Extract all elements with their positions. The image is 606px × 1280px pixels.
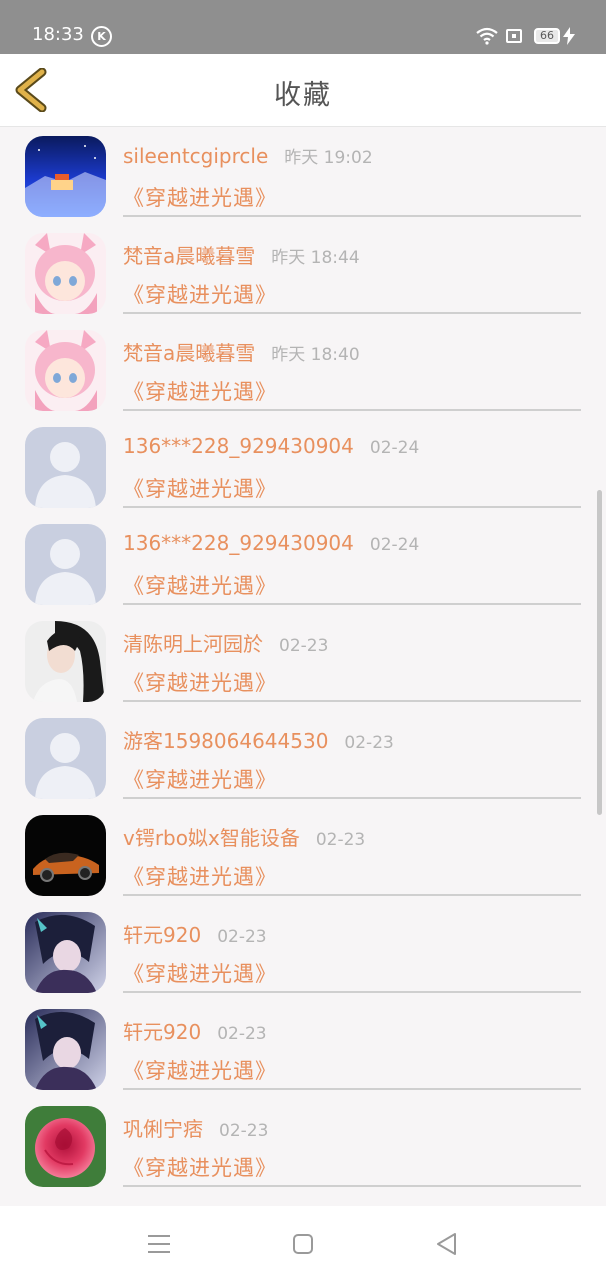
list-item[interactable]: 清陈明上河园於 02-23 《穿越进光遇》 — [0, 612, 606, 709]
list-item[interactable]: 梵音a晨曦暮雪 昨天 18:44 《穿越进光遇》 — [0, 224, 606, 321]
avatar[interactable] — [25, 912, 106, 993]
username[interactable]: 游客1598064644530 — [123, 729, 328, 753]
avatar[interactable] — [25, 1106, 106, 1187]
work-title-link[interactable]: 《穿越进光遇》 — [123, 861, 277, 891]
avatar[interactable] — [25, 136, 106, 217]
username[interactable]: 136***228_929430904 — [123, 434, 354, 458]
username[interactable]: 轩元920 — [123, 923, 201, 947]
home-icon[interactable] — [289, 1230, 317, 1258]
divider — [123, 409, 581, 411]
username[interactable]: v锷rbo姒x智能设备 — [123, 826, 300, 850]
timestamp: 02-23 — [217, 927, 267, 947]
favorites-list[interactable]: sileentcgiprcle 昨天 19:02 《穿越进光遇》 梵音a晨曦暮雪昨… — [0, 127, 606, 1206]
list-item[interactable]: sileentcgiprcle 昨天 19:02 《穿越进光遇》 — [0, 127, 606, 224]
menu-icon[interactable] — [145, 1230, 173, 1258]
list-item[interactable]: 梵音a晨曦暮雪 昨天 18:40 《穿越进光遇》 — [0, 321, 606, 418]
list-item[interactable]: 轩元920 02-23 《穿越进光遇》 — [0, 903, 606, 1000]
username[interactable]: 轩元920 — [123, 1020, 201, 1044]
list-item[interactable]: 巩俐宁痞 02-23 《穿越进光遇》 — [0, 1097, 606, 1194]
work-title-link[interactable]: 《穿越进光遇》 — [123, 667, 277, 697]
work-title-link[interactable]: 《穿越进光遇》 — [123, 279, 277, 309]
work-title-link[interactable]: 《穿越进光遇》 — [123, 473, 277, 503]
timestamp: 02-23 — [315, 830, 366, 850]
timestamp: 02-23 — [344, 733, 394, 753]
timestamp: 02-24 — [369, 535, 420, 555]
work-title-link[interactable]: 《穿越进光遇》 — [123, 958, 277, 988]
username[interactable]: sileentcgiprcle — [123, 144, 268, 168]
work-title-link[interactable]: 《穿越进光遇》 — [123, 182, 277, 212]
list-item[interactable]: 轩元920 02-23 《穿越进光遇》 — [0, 1000, 606, 1097]
divider — [123, 700, 581, 702]
divider — [123, 215, 581, 217]
timestamp: 昨天 19:02 — [284, 148, 373, 168]
divider — [123, 894, 581, 896]
timestamp: 02-23 — [219, 1121, 269, 1141]
avatar[interactable] — [25, 718, 106, 799]
list-item[interactable]: 游客1598064644530 02-23 《穿越进光遇》 — [0, 709, 606, 806]
username[interactable]: 巩俐宁痞 — [123, 1117, 203, 1141]
avatar[interactable] — [25, 233, 106, 314]
work-title-link[interactable]: 《穿越进光遇》 — [123, 1152, 277, 1182]
username[interactable]: 清陈明上河园於 — [123, 632, 263, 656]
status-bar: 18:33 K 66 — [0, 0, 606, 54]
timestamp: 02-23 — [217, 1024, 267, 1044]
list-item[interactable]: 136***228_929430904 02-24 《穿越进光遇》 — [0, 418, 606, 515]
avatar[interactable] — [25, 621, 106, 702]
timestamp: 昨天 18:44 — [271, 248, 360, 268]
username[interactable]: 136***228_929430904 — [123, 531, 354, 555]
work-title-link[interactable]: 《穿越进光遇》 — [123, 1055, 277, 1085]
page-title: 收藏 — [274, 80, 332, 111]
scrollbar[interactable] — [597, 490, 602, 815]
status-time: 18:33 — [32, 24, 84, 45]
timestamp: 02-24 — [369, 438, 420, 458]
timestamp: 昨天 18:40 — [271, 345, 360, 365]
avatar[interactable] — [25, 524, 106, 605]
list-item[interactable]: v锷rbo姒x智能设备 02-23 《穿越进光遇》 — [0, 806, 606, 903]
avatar[interactable] — [25, 815, 106, 896]
list-item[interactable]: 136***228_929430904 02-24 《穿越进光遇》 — [0, 515, 606, 612]
work-title-link[interactable]: 《穿越进光遇》 — [123, 376, 277, 406]
battery-icon: 66 — [534, 28, 560, 44]
wifi-icon — [476, 27, 498, 45]
divider — [123, 1185, 581, 1187]
k-badge-icon: K — [91, 26, 112, 47]
avatar[interactable] — [25, 427, 106, 508]
work-title-link[interactable]: 《穿越进光遇》 — [123, 570, 277, 600]
divider — [123, 1088, 581, 1090]
username[interactable]: 梵音a晨曦暮雪 — [123, 341, 255, 365]
divider — [123, 312, 581, 314]
charging-icon — [563, 27, 575, 45]
avatar[interactable] — [25, 330, 106, 411]
system-nav-bar — [0, 1206, 606, 1280]
top-app-bar: 收藏 — [0, 54, 606, 127]
username[interactable]: 梵音a晨曦暮雪 — [123, 244, 255, 268]
nfc-icon — [506, 29, 522, 43]
work-title-link[interactable]: 《穿越进光遇》 — [123, 764, 277, 794]
timestamp: 02-23 — [279, 636, 329, 656]
back-triangle-icon[interactable] — [433, 1230, 461, 1258]
avatar[interactable] — [25, 1009, 106, 1090]
divider — [123, 797, 581, 799]
divider — [123, 603, 581, 605]
divider — [123, 991, 581, 993]
divider — [123, 506, 581, 508]
